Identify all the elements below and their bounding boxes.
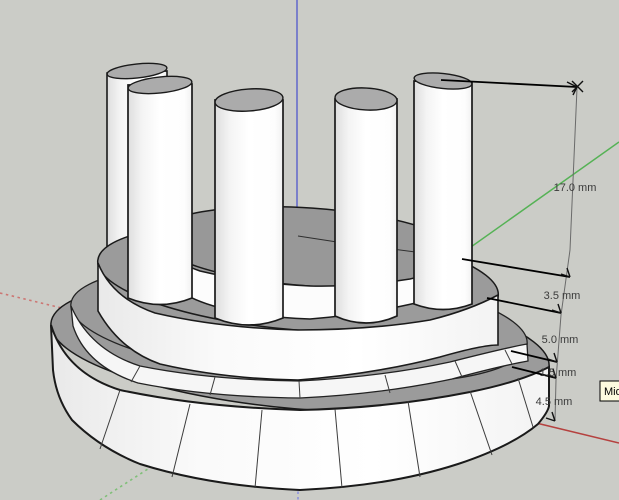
pillar-right [413, 71, 472, 310]
dimension-label-pillar-height: 17.0 mm [554, 182, 597, 194]
sketchup-window: { "viewport": { "background_color": "#cb… [0, 0, 619, 500]
dimension-label-base-height: 4.5 mm [536, 396, 573, 408]
pillar-left [127, 74, 192, 305]
3d-viewport-canvas[interactable]: 17.0 mm 3.5 mm 5.0 mm 1.5 mm 4.5 mm Mid [0, 0, 619, 500]
pillar-center-right [334, 86, 397, 323]
dimension-label-platform-height: 5.0 mm [542, 334, 579, 346]
inference-tooltip: Mid [600, 381, 619, 401]
dimension-label-disk-height: 3.5 mm [544, 290, 581, 302]
inference-tooltip-text: Mid [604, 386, 619, 398]
dimension-label-step-height: 1.5 mm [540, 367, 577, 379]
pillar-center-left [214, 87, 283, 325]
